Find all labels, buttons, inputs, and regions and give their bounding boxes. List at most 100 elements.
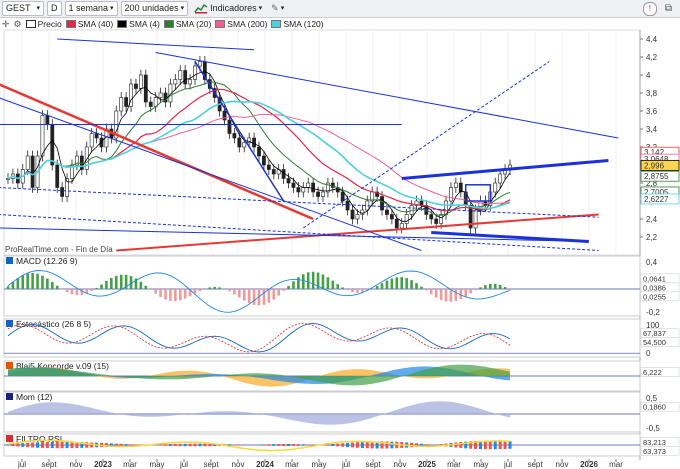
pane-value-label: 83,213 <box>643 438 666 447</box>
legend-item-sma120[interactable]: SMA (120) <box>271 19 324 29</box>
x-tick-label: may <box>311 460 326 469</box>
histogram-bar <box>193 289 197 294</box>
candle-body <box>40 115 45 157</box>
legend-label: SMA (200) <box>227 19 268 29</box>
price-tag-label: 2,8755 <box>644 172 669 181</box>
price-pane-frame <box>3 29 641 256</box>
pane-value-tag <box>640 367 680 377</box>
candle-body <box>468 205 473 229</box>
rsi-bar <box>198 443 202 447</box>
x-tick-label: 2025 <box>418 460 436 469</box>
y-tick-label: 3 <box>646 161 651 170</box>
trendlines <box>0 38 619 252</box>
pane-value-label: 0,0641 <box>643 274 666 283</box>
indicator-pane: Estocástico (26 8 5) 100 0 67,83754,500 <box>3 318 680 358</box>
rsi-bar <box>75 442 79 448</box>
period-label: 1 semana <box>68 3 109 13</box>
y-tick-label: 2,8 <box>646 179 658 188</box>
x-tick-label: may <box>149 460 164 469</box>
histogram-bar <box>31 272 34 289</box>
rsi-bar <box>296 444 300 446</box>
candle-body <box>444 200 448 215</box>
pane-frame <box>3 391 641 433</box>
candle-body <box>222 110 227 121</box>
candle-body <box>217 97 222 112</box>
data-mode-button[interactable]: D <box>47 1 62 16</box>
x-tick-label: 2024 <box>256 460 274 469</box>
pane-icon <box>6 435 13 442</box>
alert-icon[interactable]: ! <box>642 1 657 16</box>
legend-item-sma40[interactable]: SMA (40) <box>65 19 114 29</box>
candle-body <box>355 214 360 220</box>
rsi-bar <box>55 441 59 449</box>
histogram-bar <box>410 280 413 289</box>
chevron-down-icon: ▾ <box>36 5 40 12</box>
candle-body <box>483 200 488 206</box>
rsi-bar <box>223 444 227 446</box>
legend-item-precio[interactable]: Precio <box>25 19 62 29</box>
histogram-bar <box>474 289 477 291</box>
candle-body <box>168 83 173 103</box>
sub-panes: MACD (12.26 9) 0,4 0,2 0 -0,2 0,06410,03860,0… <box>3 255 680 457</box>
histogram-bar <box>218 287 221 289</box>
rsi-bar <box>360 441 364 449</box>
histogram-bar <box>493 283 497 289</box>
x-tick-label: jul <box>17 460 26 469</box>
chart-canvas[interactable]: 4,4 4,2 4 3,8 3,6 3,4 3,2 3 2,8 2,6 2,4 2,2 3,1423,0… <box>0 0 680 469</box>
pane-y-tick: 0 <box>646 291 651 300</box>
rsi-bar <box>449 442 453 448</box>
chevron-down-icon: ▾ <box>258 5 263 12</box>
units-selector[interactable]: 200 unidades ▾ <box>120 1 189 16</box>
legend-item-sma20[interactable]: SMA (20) <box>163 19 211 29</box>
price-value-tag: 3,0648 <box>640 153 680 165</box>
indicator-pane: Blai5 Koncorde v.09 (15) 6,222 <box>3 360 680 392</box>
blue-dashed-line-2 <box>0 214 599 251</box>
chevron-down-icon: ▾ <box>180 5 185 12</box>
histogram-bar <box>351 289 354 292</box>
rsi-bar <box>375 441 379 449</box>
price-tag-box <box>640 193 680 205</box>
legend-item-sma200[interactable]: SMA (200) <box>215 19 267 29</box>
histogram-bar <box>282 289 285 291</box>
candle-body <box>340 191 345 202</box>
histogram-bar <box>405 278 408 289</box>
histogram-bar <box>228 289 231 292</box>
pane-frame <box>3 433 641 457</box>
candle-body <box>271 169 276 175</box>
legend-label: SMA (40) <box>77 19 114 29</box>
chart-type-icon[interactable]: ⧉ <box>665 3 672 14</box>
symbol-selector[interactable]: GEST ▾ <box>2 1 44 16</box>
x-tick-label: sept <box>41 460 57 469</box>
indicator-area <box>8 367 510 387</box>
gear-icon[interactable]: ⚙ <box>14 19 22 30</box>
add-indicator-icon[interactable]: ✛ <box>2 19 10 30</box>
legend-item-sma4[interactable]: SMA (4) <box>117 19 160 29</box>
candle-body <box>45 115 50 125</box>
drawing-tools-button[interactable]: ✎ ▾ <box>268 2 287 15</box>
data-mode-label: D <box>51 3 58 13</box>
candle-body <box>65 178 69 197</box>
rsi-bar <box>173 443 177 447</box>
red-trendline-up <box>116 213 599 252</box>
histogram-bar <box>346 289 349 291</box>
swatch <box>25 20 36 28</box>
indicators-button[interactable]: Indicadores ▾ <box>191 2 265 15</box>
rsi-bar <box>478 440 482 450</box>
period-selector[interactable]: 1 semana ▾ <box>64 1 118 16</box>
rsi-bar <box>267 444 271 446</box>
histogram-bar <box>301 274 305 289</box>
histogram-bar <box>415 283 418 289</box>
histogram-bar <box>257 289 261 306</box>
candle-body <box>114 110 119 139</box>
candle-body <box>498 173 503 184</box>
units-label: 200 unidades <box>124 3 179 13</box>
rsi-bar <box>227 444 231 446</box>
price-tag-label: 2,6227 <box>644 195 669 204</box>
candle-body <box>473 209 478 229</box>
histogram-bar <box>420 286 423 289</box>
candle-body <box>202 61 207 80</box>
rsi-bar <box>469 441 473 449</box>
y-tick-label: 4 <box>646 71 651 80</box>
price-tag-label: 3,0648 <box>644 155 669 164</box>
pane-value-tag <box>640 401 680 412</box>
